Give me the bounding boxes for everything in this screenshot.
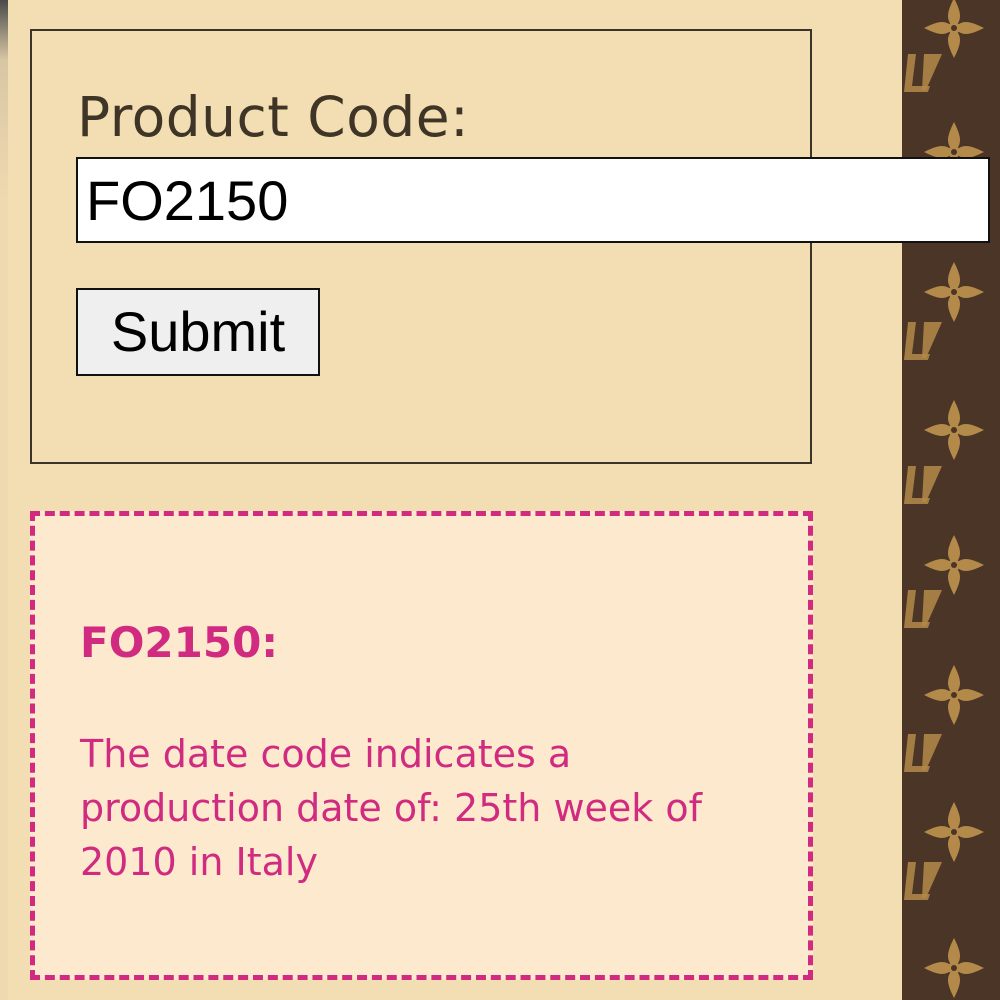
quatrefoil-flower-icon	[924, 665, 984, 725]
result-code-heading: FO2150:	[80, 618, 279, 667]
quatrefoil-flower-icon	[924, 0, 984, 58]
monogram-pattern	[904, 0, 984, 998]
monogram-pattern-strip	[902, 0, 1000, 1000]
quatrefoil-flower-icon	[924, 802, 984, 862]
result-message: The date code indicates a production dat…	[80, 732, 703, 884]
product-code-input[interactable]	[76, 157, 990, 243]
lv-monogram-icon	[904, 466, 942, 504]
lv-monogram-icon	[904, 862, 942, 900]
quatrefoil-flower-icon	[924, 262, 984, 322]
lv-monogram-icon	[904, 734, 942, 772]
lv-monogram-icon	[904, 322, 942, 360]
product-code-label: Product Code:	[77, 85, 470, 149]
quatrefoil-flower-icon	[924, 535, 984, 595]
lv-monogram-icon	[904, 54, 942, 92]
quatrefoil-flower-icon	[924, 938, 984, 998]
perforated-edge	[898, 0, 908, 1000]
left-edge-shadow	[0, 0, 8, 1000]
submit-button[interactable]: Submit	[76, 288, 320, 376]
quatrefoil-flower-icon	[924, 400, 984, 460]
lv-monogram-icon	[904, 590, 942, 628]
